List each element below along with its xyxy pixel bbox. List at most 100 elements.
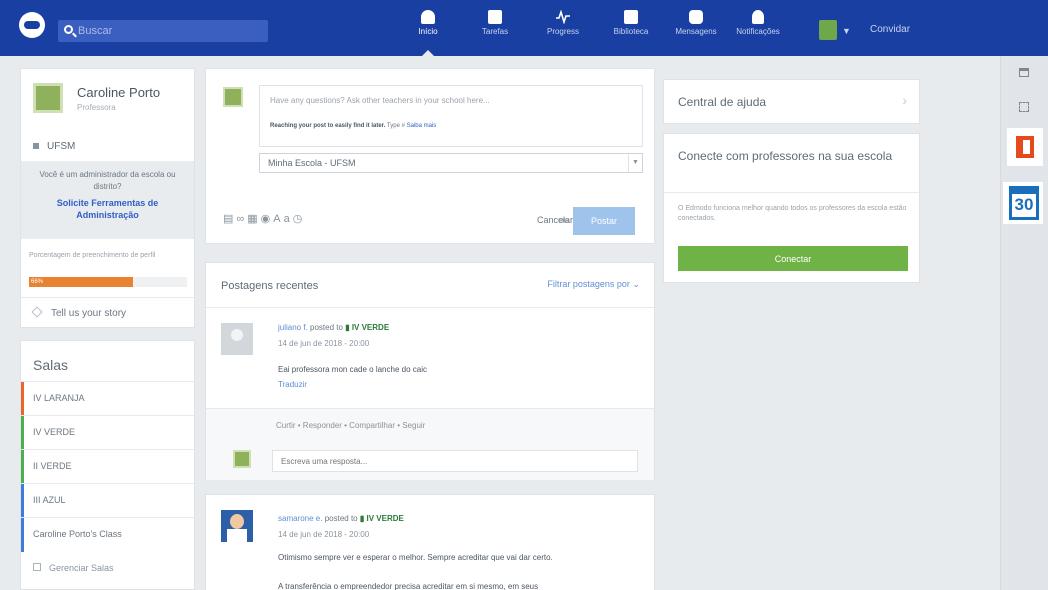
search-box[interactable] xyxy=(58,20,268,42)
feed-filter-label: Filtrar postagens por xyxy=(547,279,630,289)
post-group-label: IV VERDE xyxy=(351,323,390,332)
tasks-icon xyxy=(488,10,502,24)
profile-name[interactable]: Caroline Porto xyxy=(77,85,160,100)
room-item[interactable]: III AZUL xyxy=(21,483,194,518)
clock-icon[interactable]: ◷ xyxy=(293,213,306,225)
nav-notifications[interactable]: Notificações xyxy=(730,10,786,50)
connect-button[interactable]: Conectar xyxy=(678,246,908,271)
library-icon[interactable]: ▦ xyxy=(247,213,260,225)
user-avatar[interactable] xyxy=(819,20,837,40)
nav-progress-label: Progress xyxy=(546,27,579,36)
chevron-down-icon: ⌄ xyxy=(632,279,640,289)
room-item[interactable]: Caroline Porto's Class xyxy=(21,517,194,552)
profile-completion-label: Porcentagem de preenchimento de perfil xyxy=(29,252,156,259)
pencil-icon xyxy=(31,306,43,318)
nav-notifications-label: Notificações xyxy=(736,27,780,36)
post-author[interactable]: juliano f. xyxy=(278,323,308,332)
post-group[interactable]: ▮ IV VERDE xyxy=(345,323,389,332)
school-link[interactable]: UFSM xyxy=(33,141,75,152)
nav-messages[interactable]: Mensagens xyxy=(668,10,724,50)
notifications-icon xyxy=(752,10,764,24)
admin-tools-link[interactable]: Solicite Ferramentas de Administração xyxy=(29,197,186,221)
post-text: Otimismo sempre ver e esperar o melhor. … xyxy=(278,553,553,562)
search-icon xyxy=(64,25,73,34)
nav-home[interactable]: Início xyxy=(400,10,456,56)
profile-role: Professora xyxy=(77,103,116,112)
recipient-select[interactable]: Minha Escola - UFSM ▼ xyxy=(259,153,643,173)
composer-tip: Reaching your post to easily find it lat… xyxy=(270,123,632,129)
top-navbar: Início Tarefas Progress Biblioteca Mensa… xyxy=(0,0,1048,56)
recipient-value: Minha Escola - UFSM xyxy=(268,158,356,168)
recent-posts-card: Postagens recentes Filtrar postagens por… xyxy=(205,262,655,480)
composer-tip-link[interactable]: Saiba mais xyxy=(407,123,437,129)
chevron-down-icon[interactable]: ▼ xyxy=(628,154,642,172)
rooms-card: Salas IV LARANJA IV VERDE II VERDE III A… xyxy=(20,340,195,590)
nav-library[interactable]: Biblioteca xyxy=(603,10,659,50)
composer-tip-text: Type # xyxy=(386,123,405,129)
manage-rooms-label: Gerenciar Salas xyxy=(49,563,114,573)
admin-question: Você é um administrador da escola ou dis… xyxy=(39,170,176,191)
nav-progress[interactable]: Progress xyxy=(535,10,591,50)
feed-filter-dropdown[interactable]: Filtrar postagens por ⌄ xyxy=(547,279,640,290)
connect-description: O Edmodo funciona melhor quando todos os… xyxy=(678,205,907,222)
profile-avatar[interactable] xyxy=(33,83,63,113)
messages-icon xyxy=(689,10,703,24)
nav-home-label: Início xyxy=(418,27,438,36)
apps-grid-icon[interactable] xyxy=(1019,102,1029,112)
manage-rooms-link[interactable]: Gerenciar Salas xyxy=(33,563,114,573)
file-icon[interactable]: ▤ xyxy=(223,213,236,225)
profile-progress-fill: 66% xyxy=(29,277,134,287)
nav-library-label: Biblioteca xyxy=(613,27,649,36)
post-button[interactable]: Postar xyxy=(573,207,635,235)
nav-tasks-label: Tarefas xyxy=(481,27,509,36)
post-date: 14 de jun de 2018 - 20:00 xyxy=(278,530,370,539)
home-icon xyxy=(421,10,435,24)
chevron-right-icon: › xyxy=(902,92,907,108)
chevron-down-icon[interactable]: ▼ xyxy=(842,26,851,36)
post-author[interactable]: samarone e. xyxy=(278,514,322,523)
calendar-app[interactable]: 30 xyxy=(1003,182,1043,224)
search-input[interactable] xyxy=(78,20,263,42)
post-actions[interactable]: Curtir • Responder • Compartilhar • Segu… xyxy=(206,408,654,444)
translate-link[interactable]: Traduzir xyxy=(278,380,307,389)
admin-box: Você é um administrador da escola ou dis… xyxy=(21,161,194,239)
school-label: UFSM xyxy=(47,141,76,152)
composer-avatar xyxy=(223,87,243,107)
room-item[interactable]: IV LARANJA xyxy=(21,381,194,416)
post-meta: samarone e. posted to ▮ IV VERDE xyxy=(278,514,404,523)
composer-tip-bold: Reaching your post to easily find it lat… xyxy=(270,123,386,129)
calendar-icon[interactable] xyxy=(1019,68,1029,77)
help-center-card[interactable]: Central de ajuda › xyxy=(663,79,920,124)
library-icon xyxy=(624,10,638,24)
office-app[interactable] xyxy=(1007,128,1043,166)
post-avatar[interactable] xyxy=(221,510,253,542)
reply-avatar xyxy=(233,450,251,468)
link-icon[interactable]: ∞ xyxy=(236,213,247,225)
school-icon xyxy=(33,143,39,149)
composer-placeholder: Have any questions? Ask other teachers i… xyxy=(270,96,490,105)
edmodo-logo[interactable] xyxy=(19,12,45,38)
office-icon xyxy=(1016,136,1034,158)
feed-title: Postagens recentes xyxy=(221,280,319,292)
post-group-label: IV VERDE xyxy=(366,514,404,523)
nav-tasks[interactable]: Tarefas xyxy=(467,10,523,50)
feed-header: Postagens recentes Filtrar postagens por… xyxy=(206,263,654,308)
posted-to-label: posted to xyxy=(324,514,358,523)
post-composer: Have any questions? Ask other teachers i… xyxy=(205,68,655,244)
room-item[interactable]: II VERDE xyxy=(21,449,194,484)
room-item[interactable]: IV VERDE xyxy=(21,415,194,450)
invite-link[interactable]: Convidar xyxy=(870,24,910,35)
composer-textarea[interactable]: Have any questions? Ask other teachers i… xyxy=(259,85,643,147)
camera-icon[interactable]: ◉ xyxy=(261,213,274,225)
post-group[interactable]: ▮ IV VERDE xyxy=(360,514,404,523)
post-avatar[interactable] xyxy=(221,323,253,355)
rooms-title: Salas xyxy=(33,357,69,373)
calendar-date-icon: 30 xyxy=(1009,186,1039,220)
reply-input[interactable] xyxy=(272,450,638,472)
profile-card: Caroline Porto Professora UFSM Você é um… xyxy=(20,68,195,328)
divider xyxy=(664,192,919,193)
profile-progress-bar: 66% xyxy=(29,277,187,287)
apps-rail: 30 xyxy=(1000,56,1048,590)
tell-story-link[interactable]: Tell us your story xyxy=(21,297,194,327)
text-format-icon[interactable]: Aa xyxy=(273,213,292,225)
